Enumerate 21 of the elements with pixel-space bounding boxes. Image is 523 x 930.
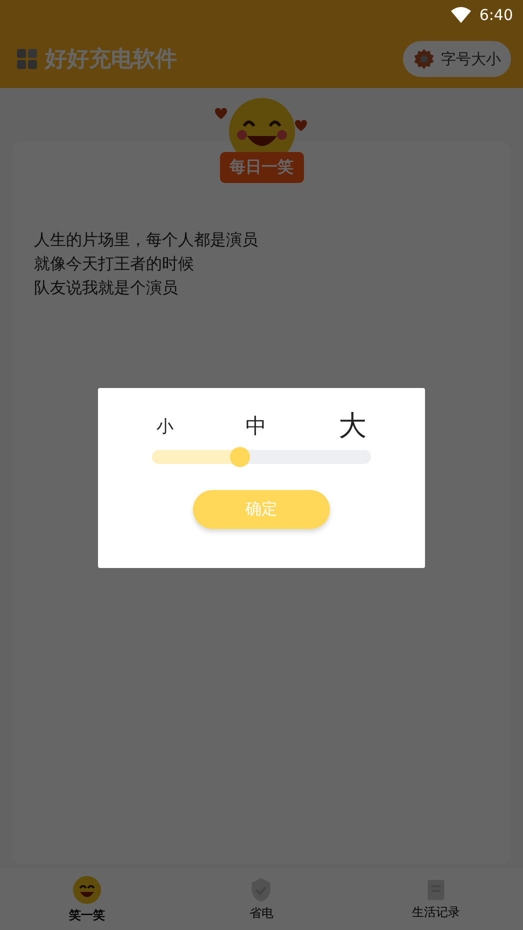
notebook-icon [424, 878, 447, 902]
smiley-icon [72, 874, 102, 904]
gear-icon [413, 48, 435, 70]
font-size-button[interactable]: 字号大小 [403, 41, 511, 77]
joke-text: 就像今天打王者的时候 [34, 253, 195, 275]
grid-icon [17, 49, 37, 69]
nav-tab[interactable]: 笑一笑 [0, 868, 174, 930]
size-label: 小 [156, 416, 174, 438]
size-label: 中 [246, 413, 266, 440]
shield-icon [250, 876, 272, 902]
nav-tab[interactable]: 生活记录 [348, 868, 523, 930]
wifi-icon [451, 7, 472, 23]
daily-joke-badge: 每日一笑 [220, 152, 304, 183]
clock-time: 6:40 [479, 6, 513, 24]
nav-tab[interactable]: 省电 [174, 868, 349, 930]
slider-thumb[interactable] [230, 447, 250, 467]
size-label: 大 [338, 408, 366, 444]
size-slider[interactable] [152, 450, 371, 464]
joke-text: 队友说我就是个演员 [34, 277, 179, 299]
app-title: 好好充电软件 [45, 46, 178, 74]
joke-text: 人生的片场里，每个人都是演员 [34, 229, 259, 251]
